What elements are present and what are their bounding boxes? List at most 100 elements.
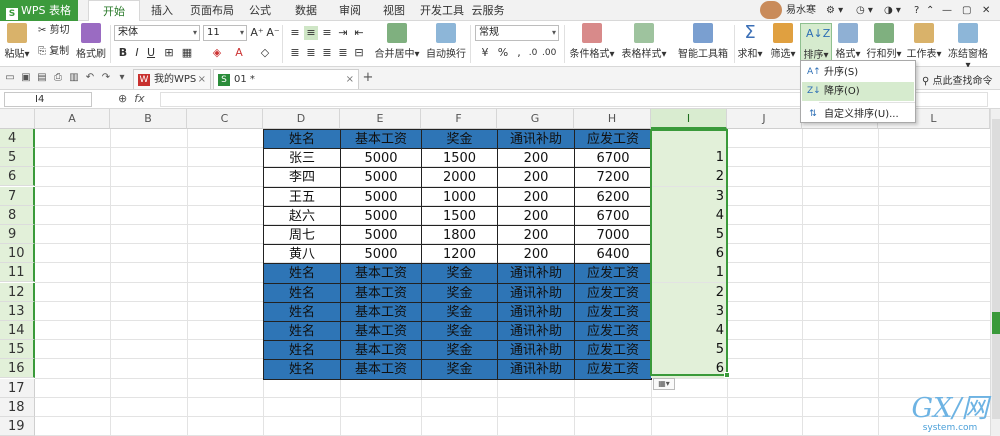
freeze-panes-button[interactable]: 冻结窗格▾ [946,23,990,71]
align-right-icon[interactable]: ≣ [320,46,334,60]
data-cell[interactable]: 1500 [421,148,498,169]
sort-menu-item-3[interactable]: ⇅ 自定义排序(U)... [802,105,914,124]
column-header-i[interactable]: I [651,109,727,129]
header-cell[interactable]: 基本工资 [340,359,422,380]
row-header-14[interactable]: 14 [0,321,35,340]
bold-icon[interactable]: B [116,46,130,60]
menu-tab-9[interactable]: 云服务 [470,0,506,21]
font-color-icon[interactable]: A [232,46,246,60]
align-top-icon[interactable]: ≡ [288,26,302,40]
cut-button[interactable]: ✂ 剪切 [38,24,70,38]
undo-icon[interactable]: ↶ [84,72,96,84]
data-cell[interactable]: 200 [497,148,575,169]
data-cell[interactable]: 5000 [340,167,422,188]
data-cell[interactable]: 7200 [574,167,652,188]
header-cell[interactable]: 奖金 [421,340,498,361]
data-cell[interactable]: 200 [497,167,575,188]
doc-tab-my-wps[interactable]: W 我的WPS × [133,69,211,89]
data-cell[interactable]: 200 [497,225,575,246]
row-header-13[interactable]: 13 [0,301,35,321]
help-icon[interactable]: ? [914,3,919,18]
outdent-icon[interactable]: ⇤ [352,26,366,40]
format-button[interactable]: 格式▾ [834,23,862,65]
header-cell[interactable]: 应发工资 [574,263,652,284]
data-cell[interactable]: 6700 [574,205,652,226]
column-header-b[interactable]: B [110,109,187,129]
menu-tab-7[interactable]: 视图 [376,0,412,21]
data-cell[interactable]: 200 [497,244,575,265]
data-cell[interactable]: 200 [497,205,575,226]
data-cell[interactable]: 6400 [574,244,652,265]
fill-handle[interactable] [724,372,730,378]
header-cell[interactable]: 奖金 [421,129,498,150]
align-middle-icon[interactable]: ≡ [304,26,318,40]
header-cell[interactable]: 通讯补助 [497,301,575,322]
data-cell[interactable]: 5000 [340,205,422,226]
side-panel-grip[interactable] [992,312,1000,334]
close-tab-icon[interactable]: × [346,70,354,89]
close-icon[interactable]: ✕ [982,3,990,18]
print-icon[interactable]: ⎙ [52,72,64,84]
column-header-g[interactable]: G [497,109,574,129]
format-painter-button[interactable]: 格式刷 [76,23,106,65]
column-i-cell[interactable]: 6 [651,359,727,379]
header-cell[interactable]: 通讯补助 [497,359,575,380]
header-cell[interactable]: 应发工资 [574,301,652,322]
clear-format-icon[interactable]: ◇ [258,46,272,60]
user-name[interactable]: 易水寒 [786,3,816,18]
header-cell[interactable]: 应发工资 [574,282,652,303]
header-cell[interactable]: 通讯补助 [497,129,575,150]
rows-cols-button[interactable]: 行和列▾ [866,23,902,65]
data-cell[interactable]: 周七 [263,225,341,246]
column-i-cell[interactable]: 3 [651,301,727,321]
settings-icon[interactable]: ⚙ ▾ [826,3,843,18]
distribute-icon[interactable]: ⊟ [352,46,366,60]
print-preview-icon[interactable]: ▤ [36,72,48,84]
fx-icon[interactable]: fx [134,92,144,105]
border-icon[interactable]: ⊞ [162,46,176,60]
row-header-8[interactable]: 8 [0,205,35,225]
header-cell[interactable]: 奖金 [421,321,498,342]
data-cell[interactable]: 7000 [574,225,652,246]
align-bottom-icon[interactable]: ≡ [320,26,334,40]
row-header-11[interactable]: 11 [0,263,35,283]
header-cell[interactable]: 通讯补助 [497,340,575,361]
restore-icon[interactable]: ▢ [962,3,971,18]
merge-center-button[interactable]: 合并居中▾ [372,23,422,65]
column-i-cell[interactable]: 4 [651,321,727,340]
column-i-cell[interactable]: 4 [651,205,727,225]
currency-icon[interactable]: ¥ [478,46,492,60]
header-cell[interactable]: 应发工资 [574,359,652,380]
vertical-scrollbar[interactable] [990,109,1000,436]
table-style-button[interactable]: 表格样式▾ [620,23,668,65]
column-header-d[interactable]: D [263,109,340,129]
column-header-e[interactable]: E [340,109,421,129]
header-cell[interactable]: 通讯补助 [497,282,575,303]
user-avatar[interactable] [760,1,782,19]
doc-tab-01[interactable]: S 01 * × [213,69,359,89]
column-header-c[interactable]: C [187,109,263,129]
collapse-icon[interactable]: ⌃ [926,3,934,18]
skin-icon[interactable]: ◷ ▾ [856,3,873,18]
increase-decimal-icon[interactable]: .0 [526,46,540,60]
data-cell[interactable]: 1000 [421,186,498,207]
column-i-cell[interactable]: 5 [651,225,727,244]
data-cell[interactable]: 5000 [340,225,422,246]
header-cell[interactable]: 通讯补助 [497,321,575,342]
header-cell[interactable]: 通讯补助 [497,263,575,284]
smart-toolbox-button[interactable]: 智能工具箱 [676,23,730,65]
thousands-icon[interactable]: , [512,46,526,60]
minimize-icon[interactable]: — [942,3,952,18]
font-name-select[interactable]: 宋体 ▾ [114,25,200,41]
align-center-icon[interactable]: ≣ [304,46,318,60]
menu-tab-6[interactable]: 审阅 [330,0,370,21]
wrap-text-button[interactable]: 自动换行 [426,23,466,65]
conditional-format-button[interactable]: 条件格式▾ [568,23,616,65]
header-cell[interactable]: 基本工资 [340,321,422,342]
header-cell[interactable]: 奖金 [421,301,498,322]
app-menu-button[interactable]: S WPS 表格 [0,0,78,21]
sum-button[interactable]: Σ 求和▾ [736,23,764,65]
header-cell[interactable]: 姓名 [263,263,341,284]
filter-button[interactable]: 筛选▾ [768,23,798,65]
data-cell[interactable]: 1200 [421,244,498,265]
